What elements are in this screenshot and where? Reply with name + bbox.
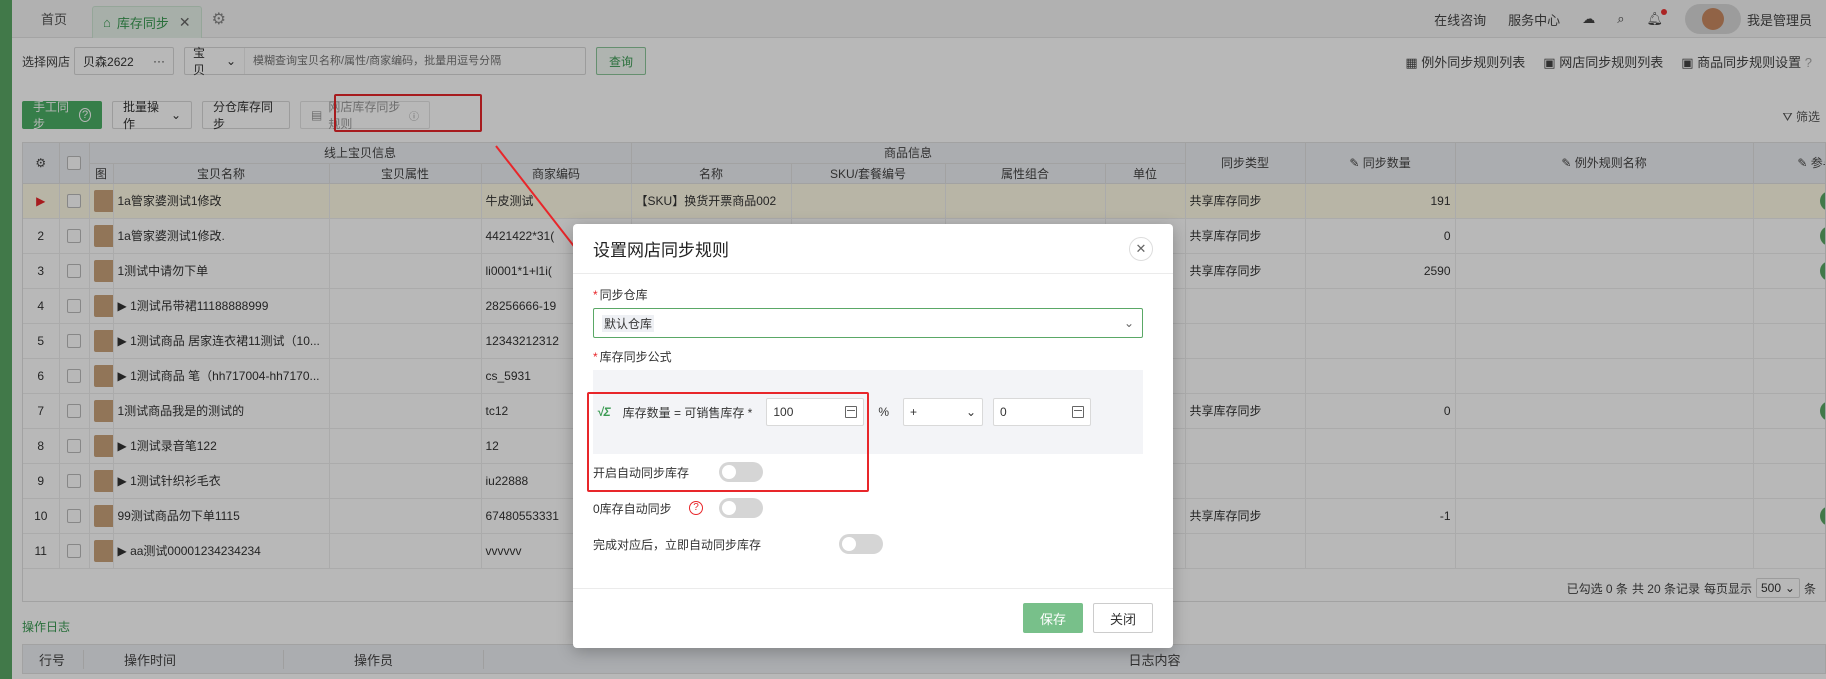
- auto-sync-after-match-row: 完成对应后，立即自动同步库存: [593, 534, 883, 554]
- required-mark: *: [593, 350, 598, 364]
- offset-input[interactable]: 0: [993, 398, 1092, 426]
- save-label: 保存: [1039, 611, 1066, 627]
- auto-sync-after-match-label: 完成对应后，立即自动同步库存: [593, 537, 762, 552]
- highlight-box-switches: [587, 392, 869, 492]
- warehouse-select[interactable]: 默认仓库 ⌄: [593, 308, 1143, 338]
- warehouse-label: 同步仓库: [599, 288, 648, 302]
- warehouse-value: 默认仓库: [602, 314, 655, 332]
- formula-label: 库存同步公式: [599, 350, 672, 364]
- close-button[interactable]: 关闭: [1093, 603, 1153, 633]
- close-icon[interactable]: ✕: [1129, 237, 1153, 261]
- dialog-title: 设置网店同步规则: [593, 241, 729, 260]
- zero-stock-label: 0库存自动同步: [593, 501, 672, 516]
- warehouse-label-row: * 同步仓库: [593, 286, 648, 303]
- auto-sync-after-match-toggle[interactable]: [839, 534, 883, 554]
- dialog-header: 设置网店同步规则 ✕: [573, 224, 1173, 274]
- save-button[interactable]: 保存: [1023, 603, 1083, 633]
- help-icon[interactable]: ?: [689, 501, 703, 515]
- operator-select[interactable]: + ⌄: [903, 398, 984, 426]
- required-mark: *: [593, 288, 598, 302]
- close-label: 关闭: [1109, 611, 1136, 627]
- formula-label-row: * 库存同步公式: [593, 348, 672, 365]
- percent-sign: %: [878, 405, 890, 419]
- chevron-down-icon: ⌄: [1123, 316, 1134, 330]
- sync-rule-dialog: 设置网店同步规则 ✕ * 同步仓库 默认仓库 ⌄ * 库存同步公式 √Σ 库存数量 …: [573, 224, 1173, 648]
- zero-stock-switch-row: 0库存自动同步 ?: [593, 498, 763, 518]
- operator-value: +: [910, 405, 918, 419]
- zero-stock-toggle[interactable]: [719, 498, 763, 518]
- chevron-down-icon: ⌄: [965, 405, 977, 419]
- dialog-footer: 保存 关闭: [573, 588, 1173, 648]
- calculator-icon[interactable]: [1072, 406, 1085, 418]
- offset-value: 0: [1000, 405, 1007, 419]
